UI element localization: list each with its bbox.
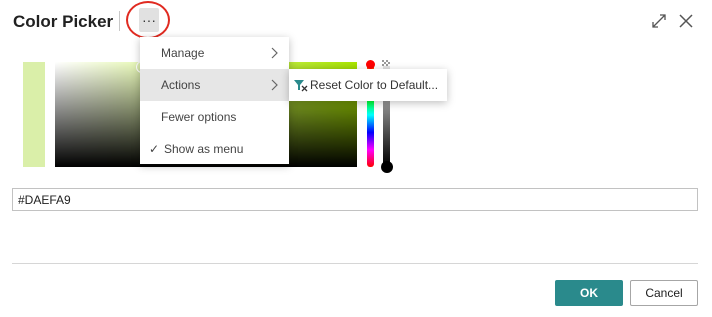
hex-color-input[interactable]	[12, 188, 698, 211]
menu-item-label: Fewer options	[161, 110, 237, 124]
title-divider	[119, 11, 120, 31]
menu-item-label: Manage	[161, 46, 205, 60]
ok-button[interactable]: OK	[555, 280, 623, 306]
alpha-slider-handle[interactable]	[381, 161, 393, 173]
menu-item-show-as-menu[interactable]: ✓ Show as menu	[140, 133, 289, 165]
menu-item-fewer-options[interactable]: Fewer options	[140, 101, 289, 133]
more-options-menu: Manage Actions Fewer options ✓ Show as m…	[140, 37, 289, 164]
submenu-item-label: Reset Color to Default...	[310, 78, 439, 92]
menu-item-actions[interactable]: Actions	[140, 69, 289, 101]
menu-item-manage[interactable]: Manage	[140, 37, 289, 69]
hue-slider-handle[interactable]	[366, 60, 375, 69]
color-preview-swatch	[23, 62, 45, 167]
footer-divider	[12, 263, 698, 264]
chevron-right-icon	[271, 79, 278, 91]
submenu-item-reset-color[interactable]: Reset Color to Default...	[289, 69, 447, 101]
menu-item-label: Show as menu	[164, 142, 244, 156]
menu-item-label: Actions	[161, 78, 201, 92]
checkmark-icon: ✓	[149, 142, 160, 156]
dialog-title: Color Picker	[13, 12, 114, 31]
annotation-circle	[126, 1, 170, 39]
close-icon[interactable]	[676, 11, 696, 31]
reset-color-icon	[294, 80, 308, 92]
chevron-right-icon	[271, 47, 278, 59]
cancel-button[interactable]: Cancel	[630, 280, 698, 306]
expand-icon[interactable]	[650, 12, 668, 30]
actions-submenu: Reset Color to Default...	[289, 69, 447, 101]
